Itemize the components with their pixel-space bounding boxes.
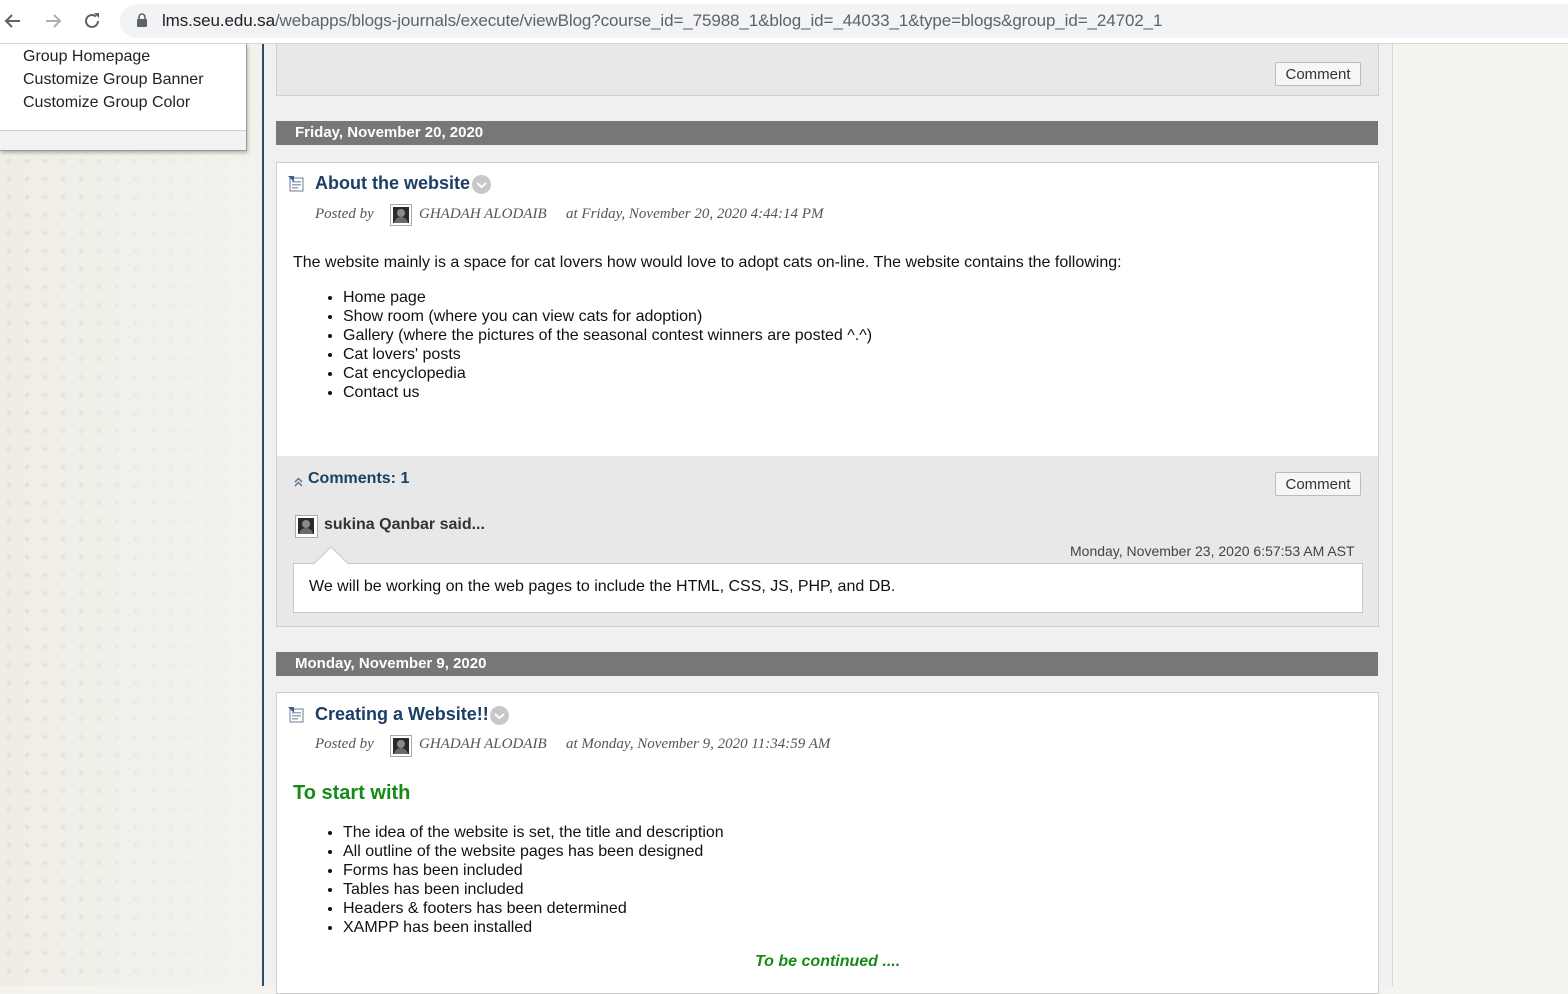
browser-toolbar: lms.seu.edu.sa/webapps/blogs-journals/ex… <box>0 0 1568 44</box>
to-be-continued-note: To be continued .... <box>755 953 901 970</box>
url-text: lms.seu.edu.sa/webapps/blogs-journals/ex… <box>162 11 1162 31</box>
previous-post-comments-card <box>276 44 1379 96</box>
arrow-right-icon <box>46 14 62 28</box>
avatar <box>390 735 412 757</box>
chevron-down-icon <box>476 182 487 189</box>
post-author: GHADAH ALODAIB <box>419 206 547 222</box>
post-title[interactable]: About the website <box>315 173 470 194</box>
chevron-down-icon <box>494 713 505 720</box>
forward-button[interactable] <box>40 8 66 34</box>
comments-count-toggle[interactable]: Comments: 1 <box>308 470 409 488</box>
post-section-heading: To start with <box>293 782 411 804</box>
avatar <box>390 204 412 226</box>
post-timestamp: at Monday, November 9, 2020 11:34:59 AM <box>566 736 831 752</box>
commenter-avatar <box>295 515 318 538</box>
collapse-up-icon[interactable] <box>294 476 303 487</box>
commenter-name: sukina Qanbar said... <box>324 516 485 533</box>
list-item: The idea of the website is set, the titl… <box>343 823 724 842</box>
left-background-fade <box>0 44 263 986</box>
lock-icon <box>137 13 147 27</box>
back-button[interactable] <box>0 8 26 34</box>
url-path: /webapps/blogs-journals/execute/viewBlog… <box>274 11 1163 30</box>
comment-body-box: We will be working on the web pages to i… <box>293 563 1363 613</box>
list-item: Gallery (where the pictures of the seaso… <box>343 326 872 345</box>
list-item: Cat encyclopedia <box>343 364 872 383</box>
post-progress-list: The idea of the website is set, the titl… <box>293 823 724 937</box>
options-chevron-button[interactable] <box>472 175 491 194</box>
post-title[interactable]: Creating a Website!! <box>315 704 489 725</box>
post-timestamp: at Friday, November 20, 2020 4:44:14 PM <box>566 206 824 222</box>
speech-pointer <box>313 546 349 565</box>
comment-text: We will be working on the web pages to i… <box>309 578 896 595</box>
right-column <box>1392 44 1568 986</box>
address-bar[interactable]: lms.seu.edu.sa/webapps/blogs-journals/ex… <box>120 4 1568 38</box>
url-host: lms.seu.edu.sa <box>162 11 275 30</box>
comment-button[interactable]: Comment <box>1275 472 1361 496</box>
comment-timestamp: Monday, November 23, 2020 6:57:53 AM AST <box>1070 543 1355 559</box>
list-item: Contact us <box>343 383 872 402</box>
date-header-text: Monday, November 9, 2020 <box>295 655 487 672</box>
list-item: Home page <box>343 288 872 307</box>
date-header: Monday, November 9, 2020 <box>276 652 1378 676</box>
date-header-text: Friday, November 20, 2020 <box>295 124 484 141</box>
post-feature-list: Home page Show room (where you can view … <box>293 288 872 402</box>
post-author: GHADAH ALODAIB <box>419 736 547 752</box>
comment-button-previous[interactable]: Comment <box>1275 62 1361 86</box>
blog-entry-icon <box>288 176 304 192</box>
date-header: Friday, November 20, 2020 <box>276 121 1378 145</box>
menu-item-customize-banner[interactable]: Customize Group Banner <box>23 71 204 89</box>
blog-entry-icon <box>288 707 304 723</box>
menu-footer <box>0 131 246 150</box>
arrow-left-icon <box>4 14 20 28</box>
list-item: Tables has been included <box>343 880 724 899</box>
reload-icon <box>85 13 99 28</box>
post-body-intro: The website mainly is a space for cat lo… <box>293 254 1122 271</box>
list-item: All outline of the website pages has bee… <box>343 842 724 861</box>
list-item: XAMPP has been installed <box>343 918 724 937</box>
reload-button[interactable] <box>79 8 105 34</box>
list-item: Headers & footers has been determined <box>343 899 724 918</box>
options-chevron-button[interactable] <box>490 706 509 725</box>
posted-by-label: Posted by <box>315 206 374 222</box>
list-item: Forms has been included <box>343 861 724 880</box>
list-item: Cat lovers' posts <box>343 345 872 364</box>
menu-item-customize-color[interactable]: Customize Group Color <box>23 94 190 112</box>
list-item: Show room (where you can view cats for a… <box>343 307 872 326</box>
group-menu-panel: Group Homepage Customize Group Banner Cu… <box>0 44 247 151</box>
posted-by-label: Posted by <box>315 736 374 752</box>
menu-item-group-homepage[interactable]: Group Homepage <box>23 48 150 66</box>
